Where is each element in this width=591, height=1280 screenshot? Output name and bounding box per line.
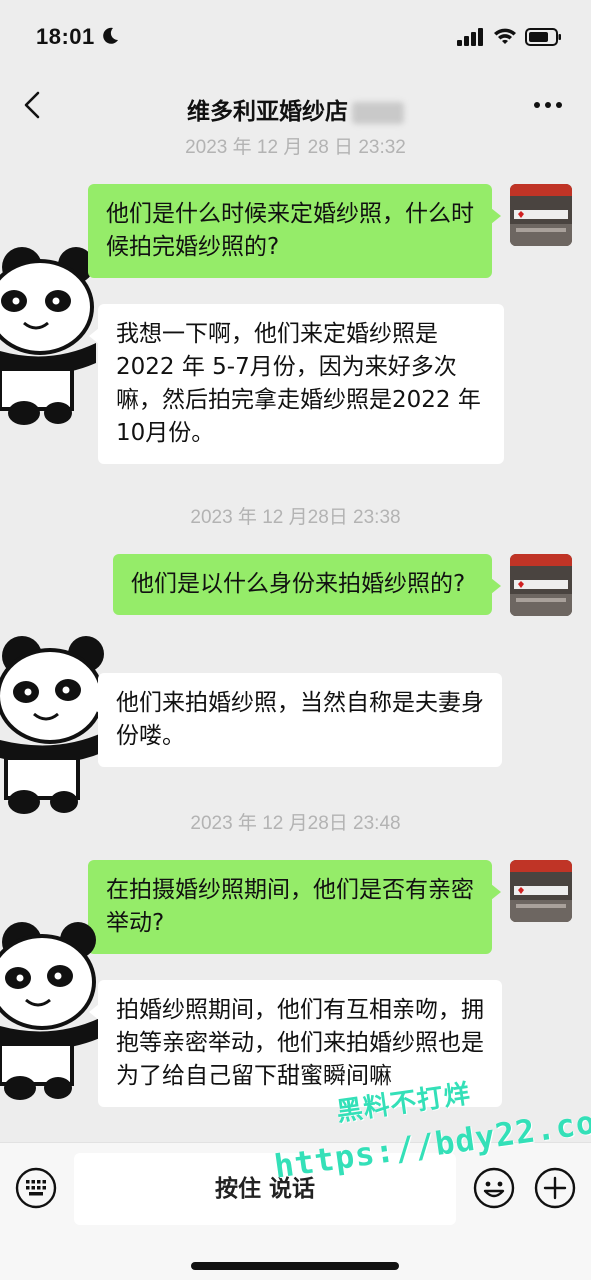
battery-icon (525, 28, 561, 46)
timestamp: 2023 年 12 月 28 日 23:32 (185, 137, 406, 158)
keyboard-icon[interactable] (14, 1166, 58, 1210)
plus-icon[interactable] (533, 1166, 577, 1210)
blurred-name (352, 101, 404, 124)
outgoing-message[interactable]: 他们是以什么身份来拍婚纱照的? (113, 554, 501, 615)
user-avatar[interactable] (510, 184, 572, 246)
signal-icon (457, 28, 483, 46)
message-text: 他们来拍婚纱照，当然自称是夫妻身份喽。 (116, 690, 484, 749)
incoming-message[interactable]: 我想一下啊，他们来定婚纱照是2022 年 5-7月份，因为来好多次嘛，然后拍完拿… (89, 304, 504, 464)
timestamp: 2023 年 12 月28日 23:38 (190, 507, 401, 528)
wifi-icon (494, 28, 516, 44)
message-text: 他们是以什么身份来拍婚纱照的? (131, 571, 466, 597)
chat-title: 维多利亚婚纱店 (0, 92, 591, 126)
emoji-icon[interactable] (472, 1166, 516, 1210)
status-bar: 18:01 (0, 0, 591, 70)
nav-bar: 维多利亚婚纱店 (0, 70, 591, 140)
incoming-message[interactable]: 他们来拍婚纱照，当然自称是夫妻身份喽。 (89, 673, 502, 767)
message-text: 他们是什么时候来定婚纱照，什么时候拍完婚纱照的? (106, 201, 474, 260)
panda-avatar[interactable] (0, 634, 112, 814)
outgoing-message[interactable]: 在拍摄婚纱照期间，他们是否有亲密举动? (88, 860, 501, 954)
message-text: 我想一下啊，他们来定婚纱照是2022 年 5-7月份，因为来好多次嘛，然后拍完拿… (116, 321, 481, 446)
timestamp: 2023 年 12 月28日 23:48 (190, 813, 401, 834)
chat-title-text: 维多利亚婚纱店 (187, 99, 348, 125)
user-avatar[interactable] (510, 860, 572, 922)
moon-icon (103, 27, 118, 44)
home-indicator[interactable] (191, 1262, 399, 1270)
message-text: 在拍摄婚纱照期间，他们是否有亲密举动? (106, 877, 474, 936)
user-avatar[interactable] (510, 554, 572, 616)
more-icon[interactable] (532, 98, 564, 112)
status-time: 18:01 (36, 24, 95, 49)
outgoing-message[interactable]: 他们是什么时候来定婚纱照，什么时候拍完婚纱照的? (88, 184, 501, 278)
message-text: 拍婚纱照期间，他们有互相亲吻，拥抱等亲密举动，他们来拍婚纱照也是为了给自己留下甜… (116, 997, 484, 1089)
